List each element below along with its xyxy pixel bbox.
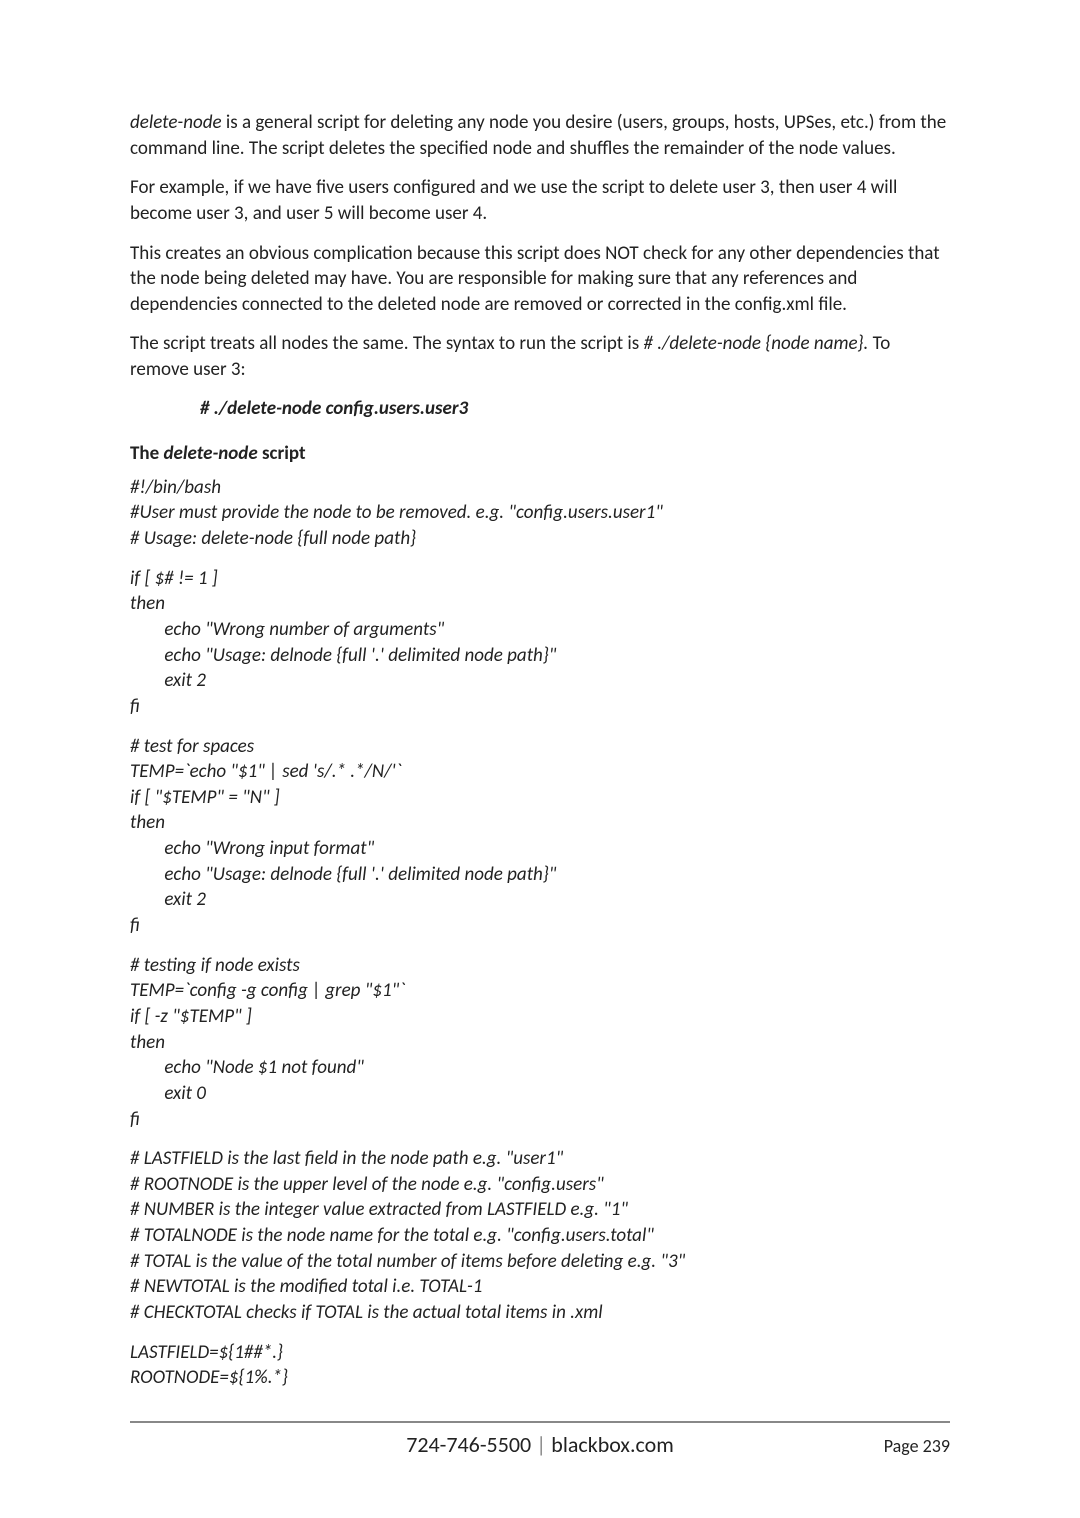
command-example: # ./delete-node config.users.user3 — [200, 397, 950, 420]
paragraph-intro: delete-node is a general script for dele… — [130, 110, 950, 161]
footer-phone: 724-746-5500 — [406, 1431, 536, 1458]
footer-domain: blackbox.com — [546, 1431, 674, 1458]
paragraph-example: For example, if we have five users confi… — [130, 175, 950, 226]
page-label: Page — [884, 1435, 923, 1457]
page-number: 239 — [923, 1435, 950, 1457]
footer-separator: | — [536, 1431, 546, 1458]
text: script — [258, 442, 306, 465]
script-block-vars: LASTFIELD=${1##*.} ROOTNODE=${1%.*} — [130, 1340, 950, 1391]
script-heading: The delete-node script — [130, 442, 950, 465]
paragraph-warning: This creates an obvious complication bec… — [130, 241, 950, 318]
term-delete-node: delete-node — [130, 111, 222, 134]
script-block-header: #!/bin/bash #User must provide the node … — [130, 475, 950, 552]
page-footer: 724-746-5500 | blackbox.com Page 239 — [130, 1431, 950, 1458]
script-name-italic: delete-node — [163, 442, 257, 465]
text: is a general script for deleting any nod… — [130, 111, 946, 160]
text: The script treats all nodes the same. Th… — [130, 332, 643, 355]
text: The — [130, 442, 163, 465]
syntax-italic: # ./delete-node {node name}. — [643, 332, 868, 355]
footer-center: 724-746-5500 | blackbox.com — [270, 1431, 810, 1458]
footer-divider — [130, 1421, 950, 1423]
script-block-argcheck: if [ $# != 1 ] then echo "Wrong number o… — [130, 566, 950, 720]
paragraph-syntax: The script treats all nodes the same. Th… — [130, 331, 950, 382]
document-page: delete-node is a general script for dele… — [0, 0, 1080, 1518]
script-block-comments: # LASTFIELD is the last field in the nod… — [130, 1146, 950, 1325]
footer-page-number: Page 239 — [810, 1435, 950, 1457]
script-block-spacecheck: # test for spaces TEMP=`echo "$1" | sed … — [130, 734, 950, 939]
script-block-nodecheck: # testing if node exists TEMP=`config -g… — [130, 953, 950, 1132]
